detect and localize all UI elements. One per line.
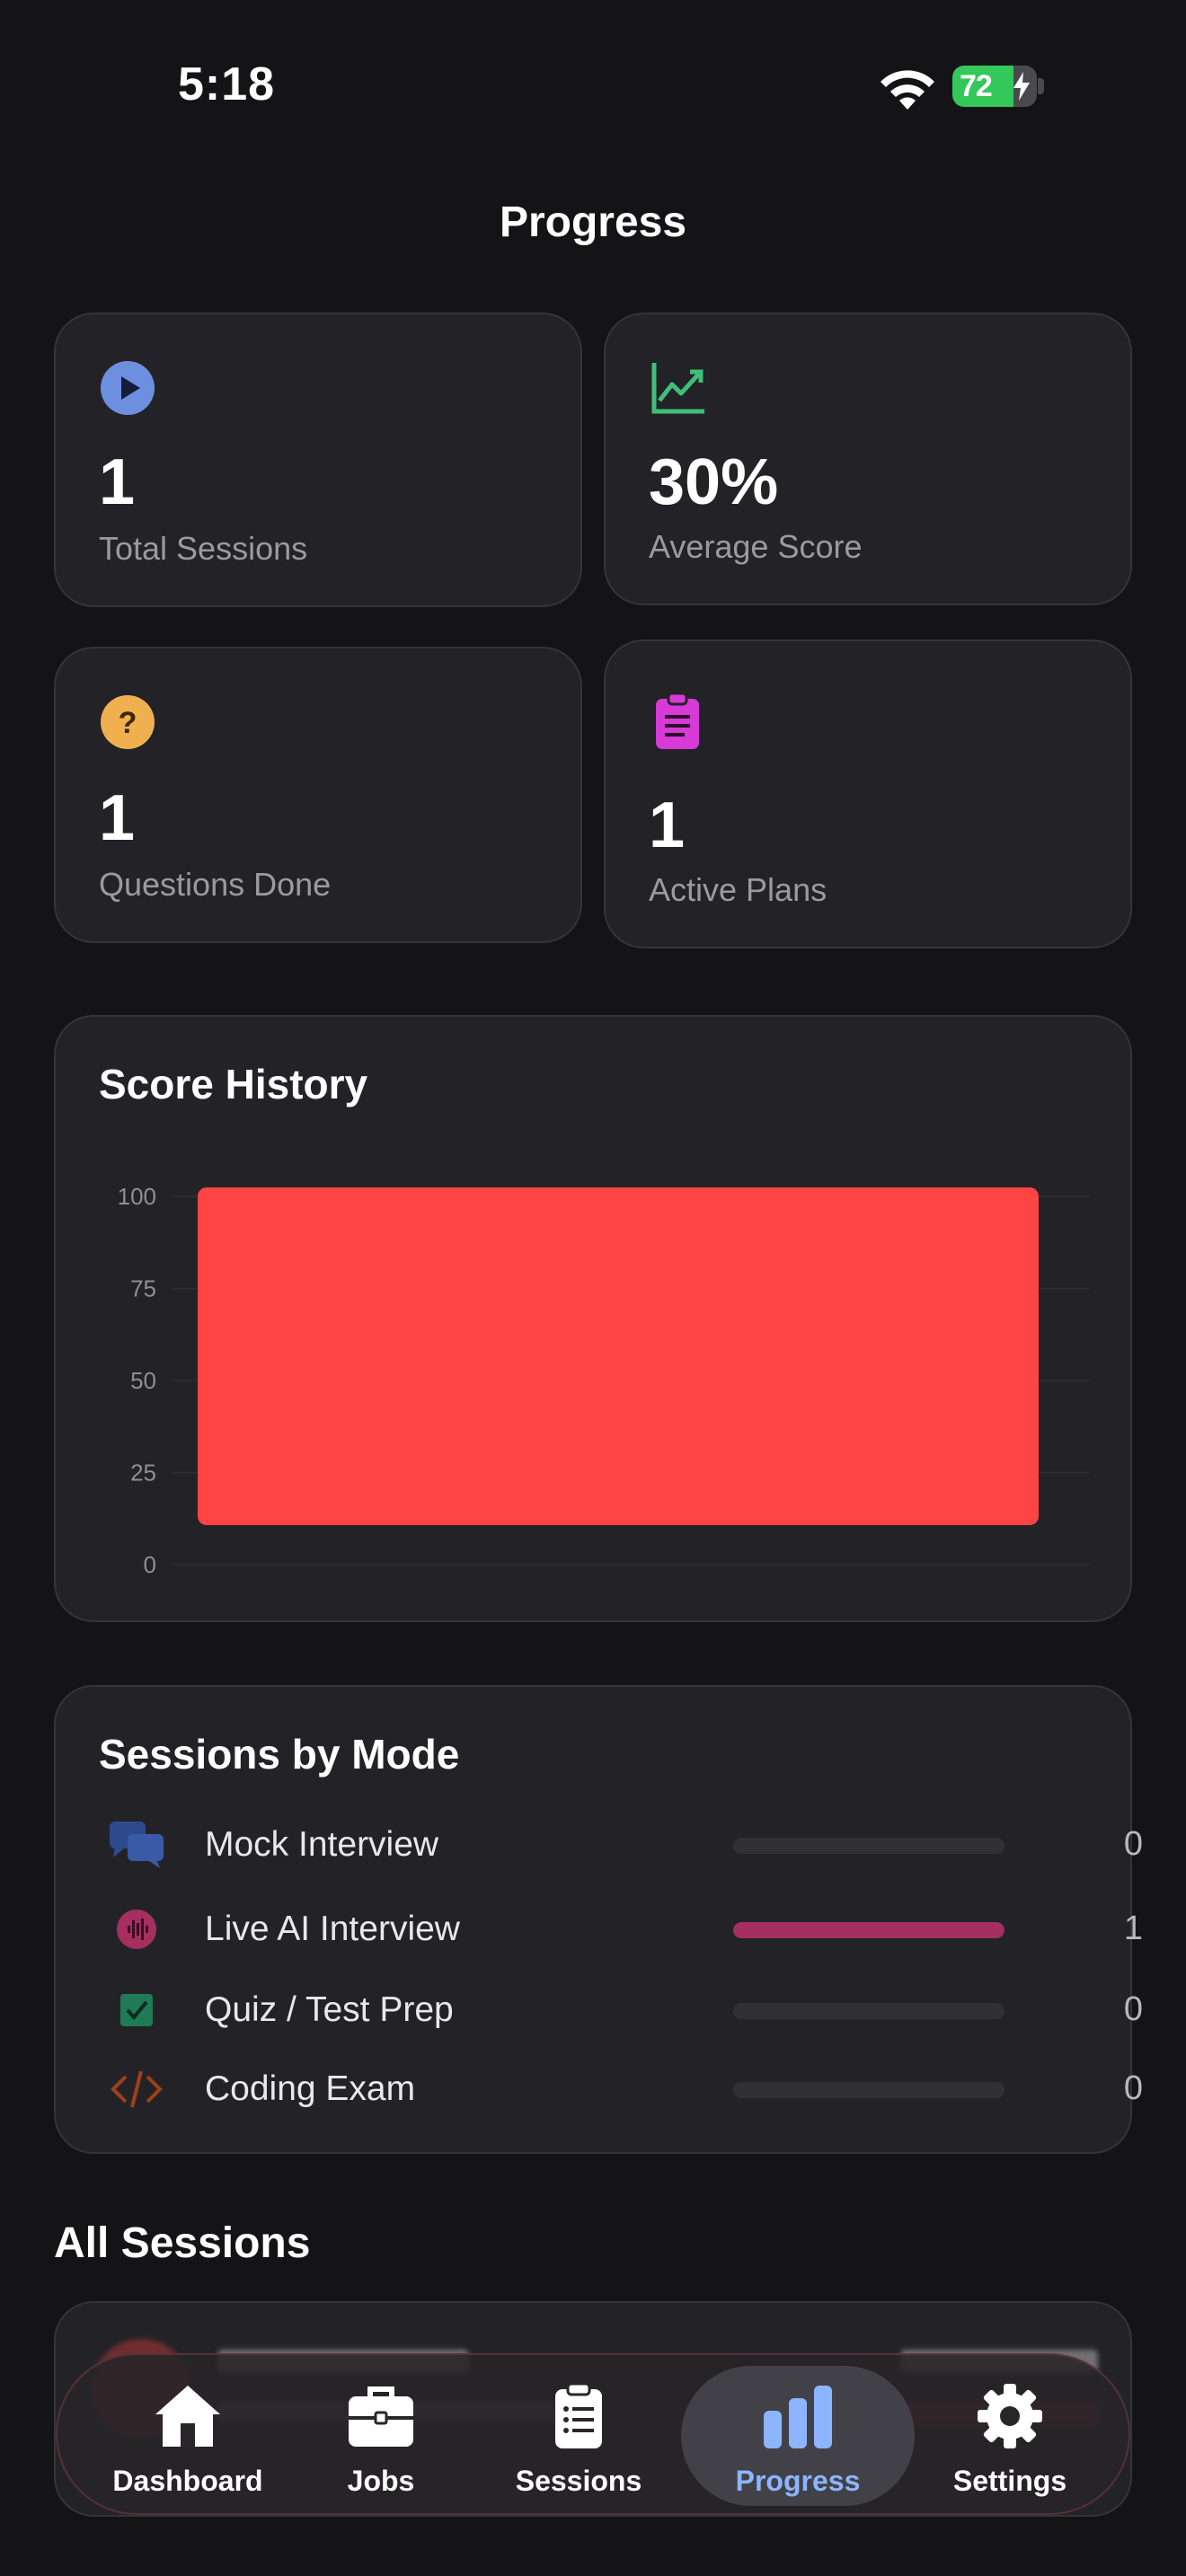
mode-row-coding-exam: Coding Exam 0 <box>56 2053 1182 2125</box>
mode-progress-fill <box>733 1922 1005 1938</box>
tab-progress[interactable]: Progress <box>681 2355 915 2517</box>
stat-card-average-score: 30% Average Score <box>604 313 1132 605</box>
chat-bubbles-icon <box>110 1822 164 1868</box>
mode-count: 1 <box>1123 1910 1143 1947</box>
mode-progress-track <box>733 2082 1005 2098</box>
bar-chart-icon <box>764 2386 832 2448</box>
mode-progress-track <box>733 1838 1005 1854</box>
chart-bar <box>198 1187 1039 1525</box>
tab-label: Dashboard <box>112 2465 263 2497</box>
mode-count: 0 <box>1123 2069 1143 2107</box>
tab-label: Settings <box>952 2465 1067 2497</box>
mode-label: Mock Interview <box>205 1825 439 1864</box>
waveform-icon <box>117 1910 156 1949</box>
score-history-card: 0 25 50 75 100 Score History <box>54 1015 1132 1622</box>
status-bar: 5:18 72 <box>0 0 1186 171</box>
y-tick-label: 50 <box>130 1367 156 1394</box>
y-tick-label: 100 <box>118 1183 156 1210</box>
battery-cap <box>1038 78 1044 94</box>
code-icon <box>111 2070 163 2108</box>
all-sessions-title: All Sessions <box>54 2219 311 2267</box>
mode-label: Coding Exam <box>205 2069 416 2108</box>
mode-row-quiz-test-prep: Quiz / Test Prep 0 <box>56 1974 1182 2046</box>
stat-card-total-sessions: 1 Total Sessions <box>54 313 582 607</box>
mode-progress-track <box>733 2003 1005 2019</box>
tab-dashboard[interactable]: Dashboard <box>84 2355 291 2517</box>
briefcase-icon <box>349 2386 413 2447</box>
sessions-by-mode-title: Sessions by Mode <box>99 1731 460 1778</box>
stat-label: Average Score <box>649 528 863 565</box>
sessions-by-mode-card: Sessions by Mode Mock Interview 0 Live A… <box>54 1685 1143 2154</box>
page-title: Progress <box>499 198 687 246</box>
tab-jobs[interactable]: Jobs <box>291 2355 471 2517</box>
question-circle-icon: ? <box>101 695 155 749</box>
play-circle-icon <box>101 361 155 415</box>
mode-row-mock-interview: Mock Interview 0 <box>56 1809 1182 1881</box>
tab-label: Progress <box>735 2465 861 2497</box>
stat-card-questions-done: ? 1 Questions Done <box>54 647 582 943</box>
tab-label: Jobs <box>347 2465 415 2497</box>
status-time: 5:18 <box>178 58 276 110</box>
stat-value: 1 <box>99 782 136 854</box>
mode-label: Quiz / Test Prep <box>205 1990 454 2029</box>
stat-label: Total Sessions <box>99 530 308 567</box>
score-history-title: Score History <box>99 1061 368 1107</box>
tab-sessions[interactable]: Sessions <box>480 2355 677 2517</box>
y-tick-label: 25 <box>130 1460 156 1486</box>
trending-up-icon <box>651 363 704 414</box>
clipboard-icon <box>656 692 699 749</box>
wifi-icon <box>881 70 934 110</box>
stat-value: 30% <box>649 446 779 518</box>
clipboard-list-icon <box>555 2382 602 2448</box>
gear-icon <box>978 2384 1042 2448</box>
checkbox-icon <box>120 1994 153 2026</box>
y-tick-label: 0 <box>144 1551 156 1578</box>
tab-settings[interactable]: Settings <box>911 2355 1109 2517</box>
mode-label: Live AI Interview <box>205 1910 460 1948</box>
house-icon <box>155 2386 220 2447</box>
mode-row-live-ai-interview: Live AI Interview 1 <box>56 1893 1182 1965</box>
mode-progress-track <box>733 1922 1005 1938</box>
stat-label: Questions Done <box>99 866 332 903</box>
stat-value: 1 <box>99 446 136 518</box>
stat-label: Active Plans <box>649 871 828 908</box>
svg-text:?: ? <box>119 706 137 740</box>
battery-level-text: 72 <box>960 69 993 103</box>
battery-indicator: 72 <box>952 66 1037 107</box>
tab-bar: Dashboard Jobs Sessions Progress Setting… <box>56 2353 1130 2515</box>
tab-label: Sessions <box>515 2465 642 2497</box>
stat-card-active-plans: 1 Active Plans <box>604 640 1132 948</box>
y-tick-label: 75 <box>130 1275 156 1302</box>
stat-value: 1 <box>649 790 686 861</box>
mode-count: 0 <box>1123 1825 1143 1863</box>
charging-bolt-icon <box>1013 72 1030 101</box>
mode-count: 0 <box>1123 1990 1143 2028</box>
